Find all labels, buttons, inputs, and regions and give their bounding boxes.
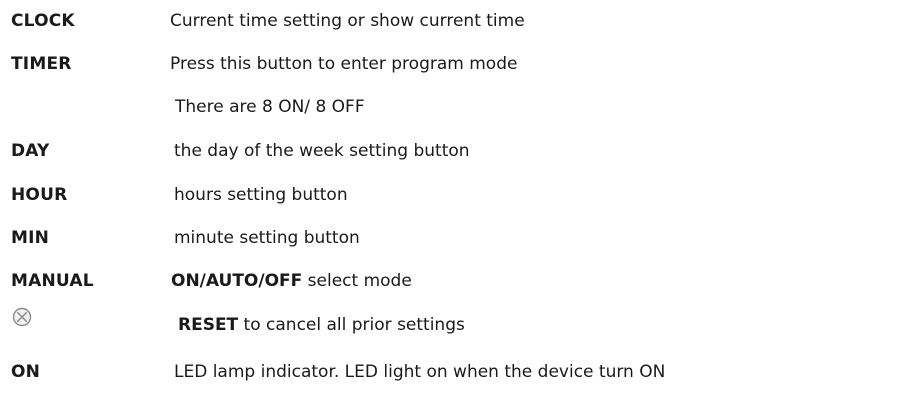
description-hour: hours setting button bbox=[174, 185, 348, 205]
term-timer: TIMER bbox=[11, 54, 72, 74]
term-day: DAY bbox=[11, 141, 50, 161]
description-reset-text: to cancel all prior settings bbox=[238, 315, 465, 335]
description-clock: Current time setting or show current tim… bbox=[170, 11, 525, 31]
term-hour: HOUR bbox=[11, 185, 68, 205]
button-reference-list: CLOCK Current time setting or show curre… bbox=[0, 0, 914, 399]
reset-circle-x-icon bbox=[11, 306, 33, 328]
description-day: the day of the week setting button bbox=[174, 141, 470, 161]
description-reset: RESET to cancel all prior settings bbox=[178, 310, 465, 340]
description-on: LED lamp indicator. LED light on when th… bbox=[174, 362, 666, 382]
description-min: minute setting button bbox=[174, 228, 360, 248]
term-on: ON bbox=[11, 362, 41, 382]
description-timer-note: There are 8 ON/ 8 OFF bbox=[175, 97, 365, 117]
term-min: MIN bbox=[11, 228, 50, 248]
term-manual: MANUAL bbox=[11, 271, 94, 291]
description-manual-text: select mode bbox=[302, 271, 412, 291]
description-manual-bold: ON/AUTO/OFF bbox=[171, 271, 303, 291]
term-clock: CLOCK bbox=[11, 11, 75, 31]
description-reset-bold: RESET bbox=[178, 315, 239, 335]
description-timer: Press this button to enter program mode bbox=[170, 54, 518, 74]
description-manual: ON/AUTO/OFF select mode bbox=[171, 266, 412, 296]
